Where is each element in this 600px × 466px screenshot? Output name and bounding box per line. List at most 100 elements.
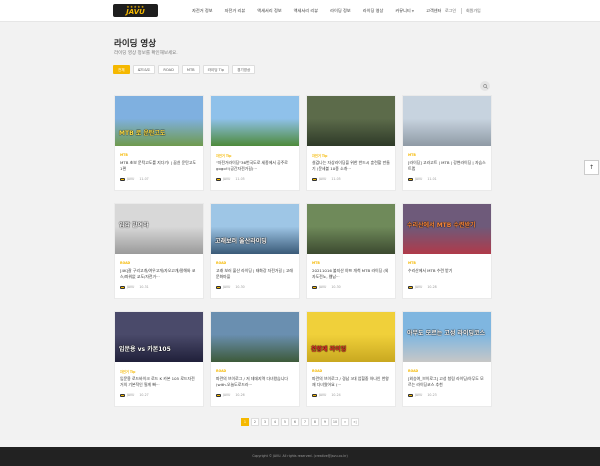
card-author: JAVU	[415, 177, 423, 181]
card-author: JAVU	[223, 393, 231, 397]
search-button[interactable]	[480, 81, 490, 91]
video-card[interactable]: ROAD 파란의 브이로그 / 저 데데지역 다녀왔습니다 (with.오늘도로드…	[210, 311, 300, 407]
video-thumbnail[interactable]	[307, 204, 395, 254]
page-link[interactable]: 1	[241, 418, 249, 426]
page-link[interactable]: 10	[331, 418, 339, 426]
card-title[interactable]: [4K]잘 구리고개/여우고개/자오고개/말해와 코스/파워없 교도/자전거··…	[120, 268, 198, 280]
card-meta: JAVU 10-31	[120, 285, 203, 289]
video-card[interactable]: MTB 로 운탄고도 MTB MTB 초보 문턱고도를 지다기! | 꿈쉰 운탄고도…	[114, 95, 204, 191]
video-thumbnail[interactable]	[211, 96, 299, 146]
page-link[interactable]: »	[341, 418, 349, 426]
card-author: JAVU	[319, 177, 327, 181]
page-link[interactable]: 8	[311, 418, 319, 426]
author-avatar-icon	[120, 285, 125, 289]
video-card[interactable]: 입문용 vs 카본105 자전거 Tip 입문용 로드바이크 로드 K 카본 105…	[114, 311, 204, 407]
filter-tab[interactable]: ROAD	[158, 65, 179, 74]
nav-item[interactable]: 자전거 정보	[186, 0, 219, 22]
page-title: 라이딩 영상	[114, 39, 157, 49]
video-thumbnail[interactable]: 수리산에서 MTB 수련받기	[403, 204, 491, 254]
footer-copyright: Copyright © JAVU. All rights reserved. (…	[252, 454, 348, 458]
nav-item[interactable]: 자전거 리뷰	[219, 0, 252, 22]
page-link[interactable]: »|	[351, 418, 359, 426]
card-title[interactable]: 설겂나는 자상라이딩을 위한 반드시 훈련할 만들기 (문세볼 10종 소개··…	[312, 160, 390, 172]
nav-item-label: 액세서리 리뷰	[293, 8, 319, 13]
card-title[interactable]: 파란의 브이로그 / 경남 3대 업힐중 하나인 천왕재 다녀왔어요 (···	[312, 376, 390, 388]
card-title[interactable]: 입문용 로드바이크 로드 K 카본 105 로드자전거의 기본적인 필게 빠··…	[120, 376, 198, 388]
video-grid: MTB 로 운탄고도 MTB MTB 초보 문턱고도를 지다기! | 꿈쉰 운탄고도…	[114, 95, 492, 407]
card-date: 10-24	[331, 393, 341, 397]
nav-item[interactable]: 액세서리 리뷰	[288, 0, 324, 22]
thumbnail-caption: 아무도 모르는 고성 라이딩코스	[407, 330, 486, 337]
card-title[interactable]: 파란의 브이로그 / 저 데데지역 다녀왔습니다 (with.오늘도로드라···	[216, 376, 294, 388]
card-category: ROAD	[216, 369, 227, 373]
video-card[interactable]: MTB 20211016 불지산 야프 개척 MTB 라이딩 (외자도전노, 웹남…	[306, 203, 396, 299]
video-thumbnail[interactable]: 입감 말여하	[115, 204, 203, 254]
card-category: ROAD	[312, 369, 323, 373]
header-divider	[461, 8, 462, 14]
site-footer: Copyright © JAVU. All rights reserved. (…	[0, 447, 600, 466]
main-nav: 자전거 정보 자전거 리뷰 액세서리 정보 액세서리 리뷰 라이딩 정보 라이딩 영상 커뮤…	[186, 0, 448, 22]
card-title[interactable]: 수리산에서 MTB 수련 받기	[408, 268, 486, 280]
card-date: 10-28	[427, 285, 437, 289]
card-meta: JAVU 11-05	[312, 177, 395, 181]
video-card[interactable]: 수리산에서 MTB 수련받기 MTB 수리산에서 MTB 수련 받기 JAVU 10-2…	[402, 203, 492, 299]
card-title[interactable]: [라이딩] 고라고트 | MTB | 강변라이딩 | 자습스트랩	[408, 160, 486, 172]
page-link[interactable]: 9	[321, 418, 329, 426]
video-thumbnail[interactable]: 아무도 모르는 고성 라이딩코스	[403, 312, 491, 362]
page-link[interactable]: 3	[261, 418, 269, 426]
page-link[interactable]: 2	[251, 418, 259, 426]
video-thumbnail[interactable]: MTB 로 운탄고도	[115, 96, 203, 146]
nav-item[interactable]: 라이딩 영상	[357, 0, 390, 22]
card-meta: JAVU 10-26	[216, 393, 299, 397]
video-thumbnail[interactable]	[403, 96, 491, 146]
video-thumbnail[interactable]: 천왕재 라이딩	[307, 312, 395, 362]
video-card[interactable]: 자전거 Tip 설겂나는 자상라이딩을 위한 반드시 훈련할 만들기 (문세볼 1…	[306, 95, 396, 191]
card-meta: JAVU 11-07	[120, 177, 203, 181]
video-thumbnail[interactable]: 입문용 vs 카본105	[115, 312, 203, 362]
video-card[interactable]: 자전거 Tip "자전거라이딩"36번국도로 세종에서 공주로 gogo!!(공간…	[210, 95, 300, 191]
video-card[interactable]: 아무도 모르는 고성 라이딩코스 ROAD [외승여_브이로그] 고성 청림 라이딩…	[402, 311, 492, 407]
thumbnail-caption: 입문용 vs 카본105	[119, 346, 171, 353]
author-avatar-icon	[408, 177, 413, 181]
page-link[interactable]: 5	[281, 418, 289, 426]
video-card[interactable]: 입감 말여하 ROAD [4K]잘 구리고개/여우고개/자오고개/말해와 코스/파워…	[114, 203, 204, 299]
filter-tab[interactable]: 전체	[113, 65, 130, 74]
card-title[interactable]: 20211016 불지산 야프 개척 MTB 라이딩 (외자도전노, 웹남···	[312, 268, 390, 280]
logo-text: JAVU	[126, 8, 145, 16]
video-card[interactable]: 고래보러 울산라이딩 ROAD 고래 보러 울산 라이딩 | 태화강 자전거길 | …	[210, 203, 300, 299]
video-thumbnail[interactable]	[307, 96, 395, 146]
card-title[interactable]: MTB 초보 문턱고도를 지다기! | 꿈쉰 운탄고도 1편	[120, 160, 198, 172]
video-card[interactable]: MTB [라이딩] 고라고트 | MTB | 강변라이딩 | 자습스트랩 JAVU 1…	[402, 95, 492, 191]
login-link[interactable]: 로그인	[445, 0, 456, 22]
nav-item[interactable]: 액세서리 정보	[251, 0, 287, 22]
card-date: 10-26	[235, 393, 245, 397]
page-link[interactable]: 7	[301, 418, 309, 426]
card-meta: JAVU 10-30	[216, 285, 299, 289]
author-avatar-icon	[312, 177, 317, 181]
site-logo[interactable]: ★★★★★ JAVU	[113, 4, 158, 17]
nav-item[interactable]: 라이딩 정보	[324, 0, 357, 22]
filter-tab[interactable]: 경기영상	[232, 65, 256, 74]
filter-tab[interactable]: MTB	[181, 65, 200, 74]
thumbnail-caption: 입감 말여하	[119, 222, 149, 229]
filter-tab[interactable]: 라이딩 Tip	[202, 65, 230, 74]
card-date: 10-31	[139, 285, 149, 289]
card-date: 10-30	[331, 285, 341, 289]
video-thumbnail[interactable]	[211, 312, 299, 362]
nav-item-label: 커뮤니티	[395, 8, 411, 13]
page-link[interactable]: 4	[271, 418, 279, 426]
nav-item-label: 자전거 정보	[192, 8, 213, 13]
card-title[interactable]: [외승여_브이로그] 고성 청림 라이딩/아무도 모르는 라이딩코스 추천	[408, 376, 486, 388]
signup-link[interactable]: 회원가입	[466, 0, 481, 22]
page-link[interactable]: 6	[291, 418, 299, 426]
card-meta: JAVU 10-23	[408, 393, 491, 397]
card-title[interactable]: "자전거라이딩"36번국도로 세종에서 공주로 gogo!!(공간자전거길)··…	[216, 160, 294, 172]
card-title[interactable]: 고래 보러 울산 라이딩 | 태화강 자전거길 | 고래 문화마을	[216, 268, 294, 280]
video-thumbnail[interactable]: 고래보러 울산라이딩	[211, 204, 299, 254]
video-card[interactable]: 천왕재 라이딩 ROAD 파란의 브이로그 / 경남 3대 업힐중 하나인 천왕재 …	[306, 311, 396, 407]
nav-item[interactable]: 커뮤니티▼	[389, 0, 420, 22]
card-author: JAVU	[319, 285, 327, 289]
scroll-top-button[interactable]: ↑	[584, 160, 599, 175]
nav-item[interactable]: 고객센터	[420, 0, 447, 22]
filter-tab[interactable]: 로드&도	[132, 65, 156, 74]
